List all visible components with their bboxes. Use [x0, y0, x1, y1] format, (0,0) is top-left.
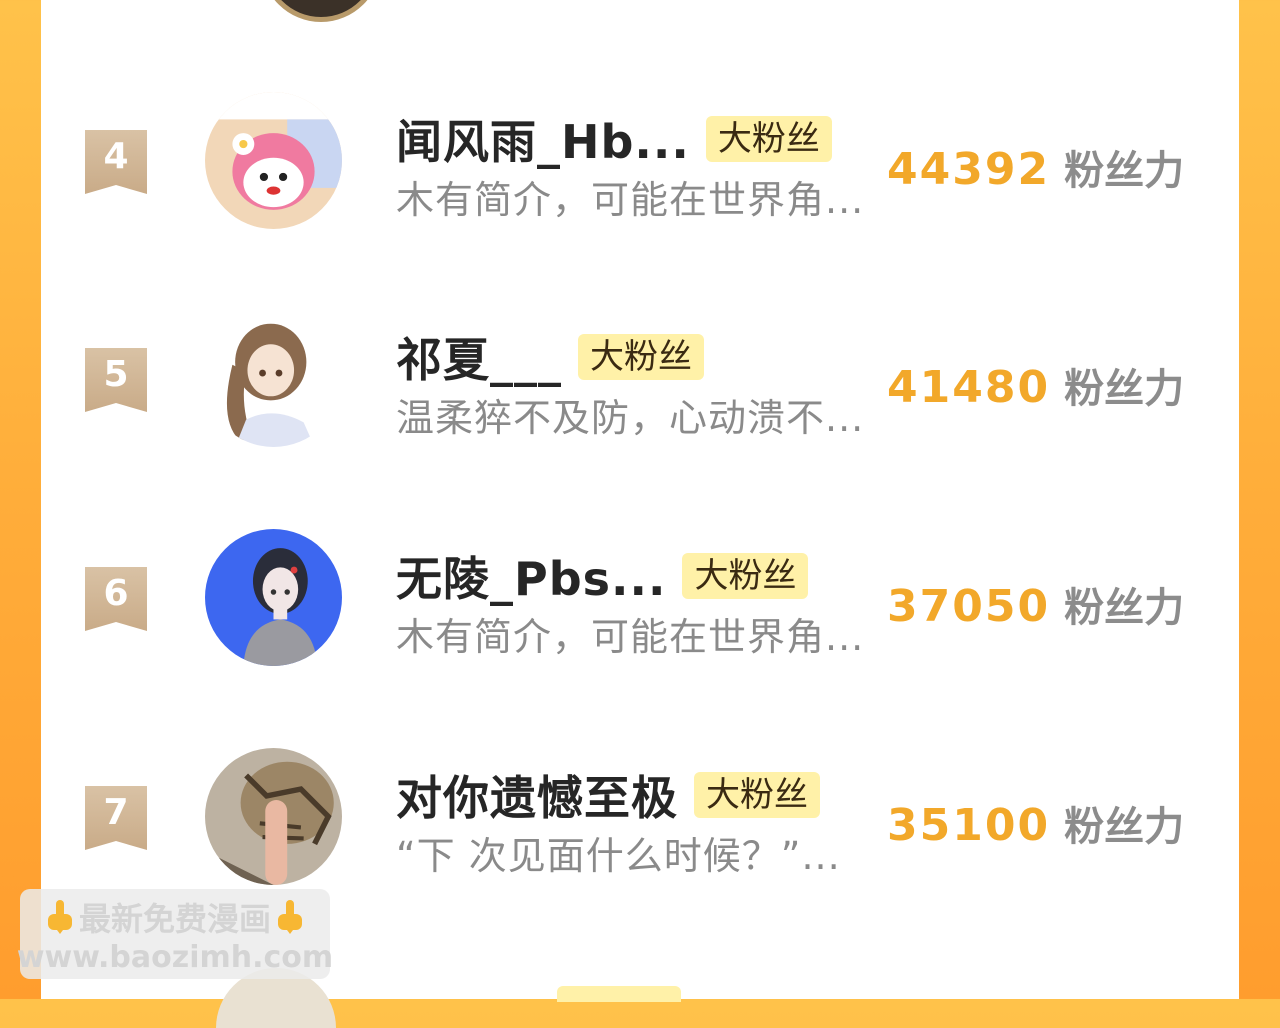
watermark-url: www.baozimh.com	[16, 939, 334, 975]
next-user-name-partial	[396, 983, 506, 1003]
rank-number: 4	[103, 136, 129, 177]
pointing-down-hand-icon	[278, 899, 302, 934]
fan-power-label: 粉丝力	[1064, 366, 1185, 412]
fan-level-badge: 大粉丝	[694, 772, 820, 818]
ranking-row[interactable]: 4 闻风雨_Hb... 大粉丝 木有简介，可能在世界角... 44392 粉丝力	[41, 92, 1239, 292]
rank-number: 6	[103, 573, 129, 614]
fan-power-value: 37050	[887, 581, 1051, 632]
user-avatar[interactable]	[205, 529, 342, 666]
previous-user-avatar[interactable]	[261, 0, 381, 22]
fan-power-value: 44392	[887, 144, 1051, 195]
user-avatar[interactable]	[205, 310, 342, 447]
user-name[interactable]: 对你遗憾至极	[396, 762, 678, 828]
user-bio: 木有简介，可能在世界角...	[396, 178, 865, 222]
cat-finger-avatar-icon	[205, 748, 342, 885]
rank-number: 7	[103, 792, 129, 833]
anime-boy-blue-avatar-icon	[205, 529, 342, 666]
user-bio: 木有简介，可能在世界角...	[396, 615, 865, 659]
rank-badge: 5	[85, 348, 147, 412]
rank-badge: 4	[85, 130, 147, 194]
rank-badge: 6	[85, 567, 147, 631]
ranking-panel: 4 闻风雨_Hb... 大粉丝 木有简介，可能在世界角... 44392 粉丝力	[41, 0, 1239, 1028]
anime-girl-avatar-icon	[205, 310, 342, 447]
fan-level-badge: 大粉丝	[705, 116, 832, 162]
fan-power-label: 粉丝力	[1064, 804, 1185, 850]
pink-bunny-avatar-icon	[205, 92, 342, 229]
next-fan-level-badge-partial	[557, 986, 681, 1002]
fan-level-badge: 大粉丝	[682, 553, 809, 599]
fan-power-value: 41480	[887, 362, 1051, 413]
rank-badge: 7	[85, 786, 147, 850]
user-name[interactable]: 无陵_Pbs...	[396, 543, 666, 609]
fan-power-value: 35100	[887, 800, 1051, 851]
user-name[interactable]: 闻风雨_Hb...	[396, 106, 690, 172]
user-bio: 温柔猝不及防，心动溃不...	[396, 396, 865, 440]
rank-number: 5	[103, 354, 129, 395]
user-avatar[interactable]	[205, 748, 342, 885]
fan-power-label: 粉丝力	[1064, 585, 1185, 631]
watermark-overlay: 最新免费漫画 www.baozimh.com	[16, 889, 334, 979]
pointing-down-hand-icon	[47, 899, 72, 934]
ranking-row[interactable]: 5 祁夏___ 大粉丝 温柔猝不及防，心动溃不... 41480 粉丝力	[41, 310, 1239, 510]
watermark-title: 最新免费漫画	[78, 899, 271, 938]
ranking-row[interactable]: 6 无陵_Pbs... 大粉丝 木有简介，可能在世界角... 37050 粉丝力	[41, 529, 1239, 729]
user-bio: “下 次见面什么时候？”...	[396, 834, 841, 878]
user-avatar[interactable]	[205, 92, 342, 229]
user-name[interactable]: 祁夏___	[396, 324, 562, 390]
fan-level-badge: 大粉丝	[578, 334, 704, 380]
fan-power-label: 粉丝力	[1064, 148, 1185, 194]
